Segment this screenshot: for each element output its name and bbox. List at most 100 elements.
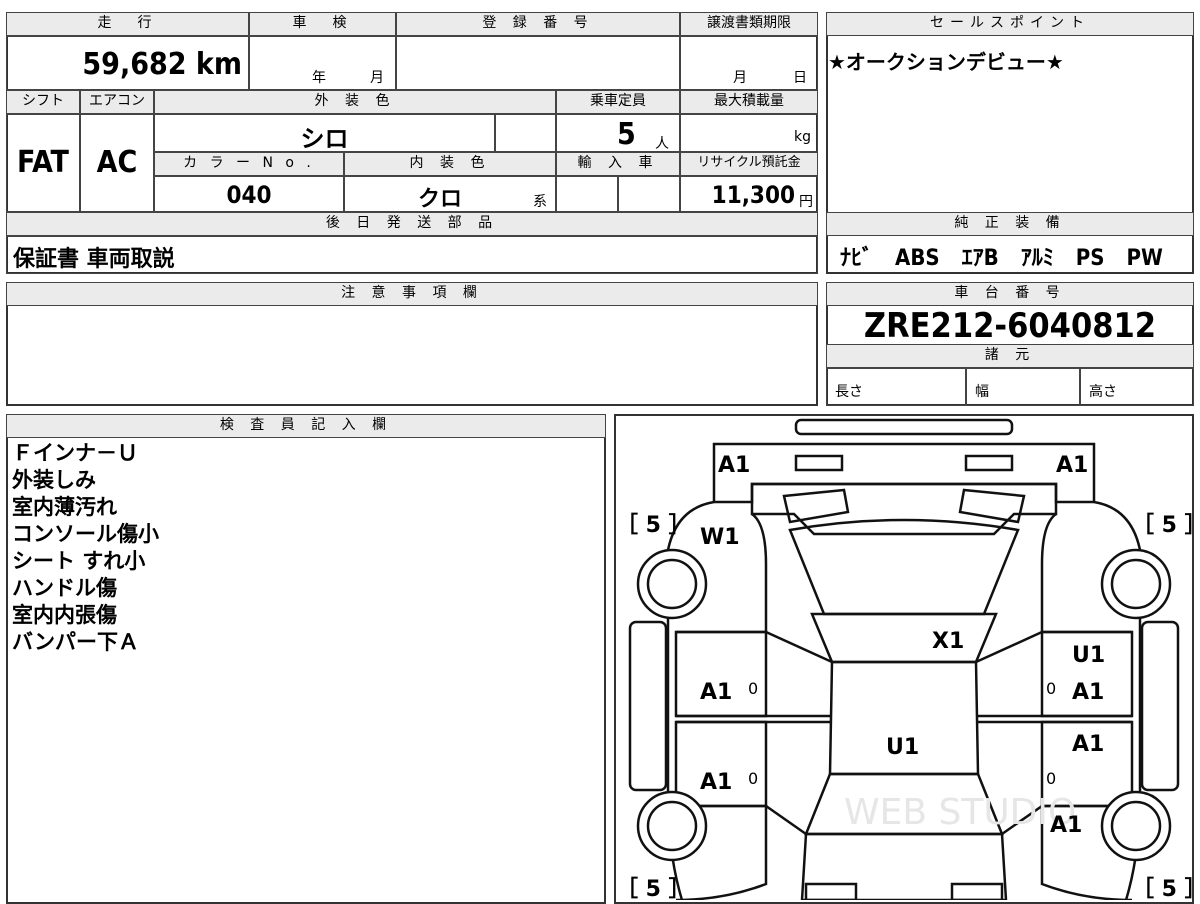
- ac-header: エアコン: [80, 90, 154, 114]
- note-line: 室内薄汚れ: [12, 495, 117, 519]
- later-parts-value: 保証書 車両取説: [13, 247, 175, 272]
- damage-left-rear-door: A1: [700, 770, 732, 795]
- genuine-equipment-header: 純 正 装 備: [826, 212, 1194, 236]
- exterior-color-extra: [495, 114, 556, 152]
- capacity-value: 5: [617, 117, 636, 152]
- interior-color-cell: クロ 系: [344, 176, 556, 212]
- trunk: [800, 832, 1008, 900]
- note-line: シート すれ小: [12, 549, 146, 573]
- damage-front-right: A1: [1056, 453, 1088, 478]
- damage-cabin: U1: [886, 735, 919, 760]
- shaken-year: 年: [312, 70, 326, 86]
- mileage-header: 走 行: [6, 12, 249, 36]
- shaken-month: 月: [370, 70, 384, 86]
- recycle-header: リサイクル預託金: [680, 152, 818, 176]
- inspector-notes: Ｆインナ－Ｕ 外装しみ 室内薄汚れ コンソール傷小 シート すれ小 ハンドル傷 …: [12, 440, 159, 656]
- sales-point-value: ★オークションデビュー★: [828, 50, 1064, 74]
- door-mark-rr: 0: [1046, 769, 1056, 788]
- recycle-value: 11,300: [711, 181, 795, 209]
- damage-roof: X1: [932, 629, 964, 654]
- damage-windshield: W1: [700, 525, 740, 550]
- shift-header: シフト: [6, 90, 80, 114]
- length-cell: 長さ: [826, 368, 966, 406]
- note-line: 外装しみ: [12, 468, 96, 492]
- later-parts-header: 後 日 発 送 部 品: [6, 212, 818, 236]
- transfer-deadline-cell: 月 日: [680, 36, 818, 90]
- max-load-unit: kg: [794, 129, 811, 145]
- right-sill: [1140, 620, 1180, 792]
- max-load-cell: kg: [680, 114, 818, 152]
- tire-tread-fl: ［ 5 ］: [616, 512, 691, 538]
- capacity-header: 乗車定員: [556, 90, 680, 114]
- import-header: 輸 入 車: [556, 152, 680, 176]
- damage-left-front-door: A1: [700, 680, 732, 705]
- tire-tread-rl: ［ 5 ］: [616, 876, 691, 900]
- hood: [750, 482, 1058, 536]
- shift-value: FAT: [17, 145, 69, 180]
- exterior-color-header: 外 装 色: [154, 90, 556, 114]
- door-mark-rf: 0: [1046, 679, 1056, 698]
- import-cell-b: [618, 176, 680, 212]
- front-panel: [712, 442, 1096, 504]
- roof-front: [810, 612, 998, 664]
- recycle-unit: 円: [799, 194, 813, 210]
- registration-cell: [396, 36, 680, 90]
- exterior-color-cell: シロ: [154, 114, 495, 153]
- wiper-left: [782, 488, 850, 524]
- left-sill: [628, 620, 668, 792]
- import-cell-a: [556, 176, 618, 212]
- capacity-cell: 5 人: [556, 114, 680, 152]
- length-label: 長さ: [835, 384, 863, 400]
- chassis-header: 車 台 番 号: [826, 282, 1194, 306]
- height-label: 高さ: [1089, 384, 1117, 400]
- door-mark-lr: 0: [748, 769, 758, 788]
- note-line: ハンドル傷: [12, 576, 117, 600]
- color-no-header: カ ラ ー N o .: [154, 152, 344, 176]
- spec-header: 諸 元: [826, 344, 1194, 368]
- height-cell: 高さ: [1080, 368, 1194, 406]
- recycle-cell: 11,300 円: [680, 176, 818, 212]
- damage-front-left: A1: [718, 453, 750, 478]
- inspector-header: 検 査 員 記 入 欄: [6, 414, 606, 438]
- damage-right-rear-quarter: A1: [1050, 813, 1082, 838]
- ac-cell: AC: [80, 114, 154, 212]
- exterior-color-value: シロ: [300, 125, 349, 153]
- wiper-right: [958, 488, 1026, 524]
- interior-color-value: クロ: [417, 187, 462, 212]
- note-line: Ｆインナ－Ｕ: [12, 441, 138, 465]
- car-diagram: WEB STUDIO ［ 5 ］ ［ 5 ］ ［ 5 ］ ［ 5 ］ A1 A1…: [616, 418, 1194, 900]
- door-mark-lf: 0: [748, 679, 758, 698]
- mileage-value: 59,682 km: [82, 47, 242, 82]
- headlight-left: [794, 454, 844, 472]
- shaken-cell: 年 月: [249, 36, 396, 90]
- max-load-header: 最大積載量: [680, 90, 818, 114]
- damage-right-upper: U1: [1072, 643, 1105, 668]
- tire-tread-fr: ［ 5 ］: [1132, 512, 1194, 538]
- rear-light-right: [950, 882, 1004, 900]
- watermark: WEB STUDIO: [844, 792, 1076, 833]
- transfer-day: 日: [793, 70, 807, 86]
- ac-value: AC: [96, 145, 138, 180]
- shaken-header: 車 検: [249, 12, 396, 36]
- width-label: 幅: [975, 384, 989, 400]
- headlight-right: [964, 454, 1014, 472]
- transfer-month: 月: [733, 70, 747, 86]
- transfer-deadline-header: 譲渡書類期限: [680, 12, 818, 36]
- registration-header: 登 録 番 号: [396, 12, 680, 36]
- note-line: バンパー下Ａ: [12, 630, 140, 654]
- genuine-equipment-value: ﾅﾋﾞ ABS ｴｱB ｱﾙﾐ PS PW: [840, 246, 1163, 271]
- width-cell: 幅: [966, 368, 1080, 406]
- shift-cell: FAT: [6, 114, 80, 212]
- note-line: 室内内張傷: [12, 603, 117, 627]
- color-no-cell: 040: [154, 176, 344, 212]
- caution-header: 注 意 事 項 欄: [6, 282, 818, 306]
- front-bumper-strip: [794, 418, 1014, 436]
- later-parts-cell: 保証書 車両取説: [6, 236, 818, 274]
- damage-right-front-door: A1: [1072, 680, 1104, 705]
- interior-color-header: 内 装 色: [344, 152, 556, 176]
- rear-light-left: [804, 882, 858, 900]
- damage-right-rear-door: A1: [1072, 732, 1104, 757]
- interior-color-suffix: 系: [533, 194, 547, 210]
- color-no-value: 040: [226, 181, 272, 209]
- tire-tread-rr: ［ 5 ］: [1132, 876, 1194, 900]
